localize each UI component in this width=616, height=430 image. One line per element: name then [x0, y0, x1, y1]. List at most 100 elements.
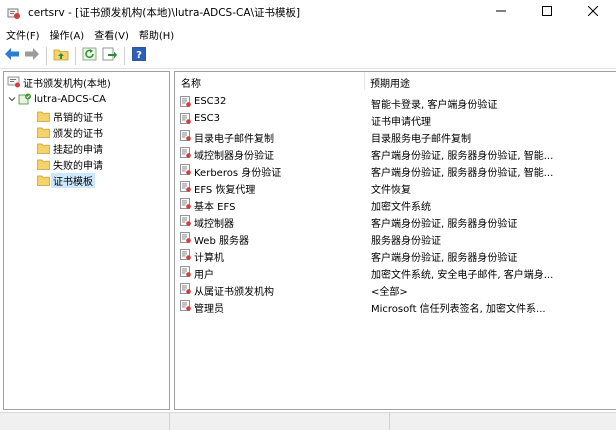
console-tree[interactable]: 证书颁发机构(本地) lutra-ADCS-CA 吊销的证书 颁发的证书 挂起的…	[3, 71, 170, 410]
template-name: EFS 恢复代理	[194, 185, 256, 196]
certificate-template-icon	[180, 198, 192, 213]
list-item[interactable]: ESC3 证书申请代理	[175, 111, 615, 128]
certificate-template-icon	[180, 130, 192, 145]
certificate-template-icon	[180, 266, 192, 281]
template-intended-purpose: 目录服务电子邮件复制	[371, 134, 471, 145]
template-name: Web 服务器	[194, 236, 249, 247]
help-icon: ?	[132, 47, 146, 64]
template-name: Kerberos 身份验证	[194, 168, 282, 179]
refresh-button[interactable]	[80, 46, 100, 66]
template-name: 目录电子邮件复制	[194, 134, 274, 145]
toolbar-separator	[124, 46, 125, 65]
template-intended-purpose: 证书申请代理	[371, 117, 431, 128]
status-cell	[0, 413, 170, 430]
minimize-icon	[496, 6, 506, 19]
template-intended-purpose: 智能卡登录, 客户端身份验证	[371, 100, 498, 111]
folder-icon	[37, 141, 51, 155]
certificate-template-icon	[180, 96, 192, 111]
list-item[interactable]: ESC32 智能卡登录, 客户端身份验证	[175, 94, 615, 111]
status-bar	[0, 412, 616, 430]
forward-icon	[24, 47, 40, 64]
list-item[interactable]: 计算机 客户端身份验证, 服务器身份验证	[175, 247, 615, 264]
menu-view[interactable]: 查看(V)	[88, 27, 133, 42]
template-name: 管理员	[194, 304, 224, 315]
back-icon	[4, 47, 20, 64]
template-intended-purpose: 加密文件系统	[371, 202, 431, 213]
list-item[interactable]: 用户 加密文件系统, 安全电子邮件, 客户端身...	[175, 264, 615, 281]
list-header: 名称 预期用途	[175, 72, 616, 90]
template-intended-purpose: <全部>	[371, 287, 408, 298]
list-item[interactable]: 域控制器 客户端身份验证, 服务器身份验证	[175, 213, 615, 230]
tree-item-pending[interactable]: 挂起的申请	[37, 140, 105, 156]
maximize-button[interactable]	[524, 0, 570, 25]
up-folder-button[interactable]	[51, 46, 71, 66]
tree-item-root[interactable]: 证书颁发机构(本地)	[7, 74, 113, 90]
tree-item-revoked[interactable]: 吊销的证书	[37, 108, 105, 124]
list-item[interactable]: 目录电子邮件复制 目录服务电子邮件复制	[175, 128, 615, 145]
certificate-template-icon	[180, 147, 192, 162]
folder-icon	[37, 109, 51, 123]
tree-item-failed[interactable]: 失败的申请	[37, 156, 105, 172]
certificate-template-icon	[180, 215, 192, 230]
certificate-authority-icon	[18, 92, 32, 106]
template-intended-purpose: 文件恢复	[371, 185, 411, 196]
tree-label: 证书模板	[51, 172, 95, 188]
help-button[interactable]: ?	[129, 46, 149, 66]
tree-item-issued[interactable]: 颁发的证书	[37, 124, 105, 140]
column-header-name[interactable]: 名称	[181, 75, 201, 90]
close-button[interactable]	[570, 0, 616, 25]
list-item[interactable]: EFS 恢复代理 文件恢复	[175, 179, 615, 196]
template-name: 基本 EFS	[194, 202, 236, 213]
template-intended-purpose: 服务器身份验证	[371, 236, 441, 247]
list-item[interactable]: 域控制器身份验证 客户端身份验证, 服务器身份验证, 智能...	[175, 145, 615, 162]
toolbar-separator	[46, 46, 47, 65]
close-icon	[587, 5, 599, 19]
certificate-template-icon	[180, 113, 192, 128]
forward-button[interactable]	[22, 46, 42, 66]
export-icon	[102, 47, 118, 64]
toolbar-separator	[75, 46, 76, 65]
title-bar: certsrv - [证书颁发机构(本地)\lutra-ADCS-CA\证书模板…	[0, 0, 616, 25]
tree-label-ca: lutra-ADCS-CA	[34, 93, 106, 105]
status-cell	[390, 413, 616, 430]
column-header-purpose[interactable]: 预期用途	[370, 75, 410, 90]
certificate-template-icon	[180, 283, 192, 298]
export-list-button[interactable]	[100, 46, 120, 66]
certificate-template-icon	[180, 249, 192, 264]
back-button[interactable]	[2, 46, 22, 66]
template-name: 从属证书颁发机构	[194, 287, 274, 298]
window-title: certsrv - [证书颁发机构(本地)\lutra-ADCS-CA\证书模板…	[28, 7, 301, 19]
tree-item-templates[interactable]: 证书模板	[37, 172, 95, 188]
folder-icon	[37, 125, 51, 139]
template-name: ESC3	[194, 113, 221, 124]
minimize-button[interactable]	[478, 0, 524, 25]
list-item[interactable]: Web 服务器 服务器身份验证	[175, 230, 615, 247]
svg-text:?: ?	[136, 50, 142, 61]
template-name: 用户	[194, 270, 214, 281]
chevron-down-icon[interactable]	[8, 95, 18, 103]
template-intended-purpose: 客户端身份验证, 服务器身份验证, 智能...	[371, 168, 554, 179]
template-intended-purpose: 客户端身份验证, 服务器身份验证, 智能...	[371, 151, 554, 162]
certificate-template-icon	[180, 181, 192, 196]
list-item[interactable]: 基本 EFS 加密文件系统	[175, 196, 615, 213]
list-item[interactable]: 管理员 Microsoft 信任列表签名, 加密文件系...	[175, 298, 615, 315]
template-list[interactable]: 名称 预期用途 ESC32 智能卡登录, 客户端身份验证 ESC3 证书申请代理 目录电…	[174, 71, 616, 410]
maximize-icon	[542, 6, 552, 19]
computer-icon	[7, 75, 21, 89]
certificate-template-icon	[180, 300, 192, 315]
certsrv-app-icon	[7, 6, 21, 20]
column-divider[interactable]	[364, 72, 365, 90]
status-cell	[170, 413, 390, 430]
list-item[interactable]: Kerberos 身份验证 客户端身份验证, 服务器身份验证, 智能...	[175, 162, 615, 179]
template-intended-purpose: Microsoft 信任列表签名, 加密文件系...	[371, 304, 546, 315]
tree-label: 失败的申请	[53, 160, 103, 172]
tree-label: 颁发的证书	[53, 128, 103, 140]
tree-item-ca[interactable]: lutra-ADCS-CA	[8, 91, 108, 107]
menu-bar: 文件(F) 操作(A) 查看(V) 帮助(H)	[0, 25, 616, 43]
menu-file[interactable]: 文件(F)	[0, 27, 44, 42]
menu-help[interactable]: 帮助(H)	[133, 27, 178, 42]
menu-action[interactable]: 操作(A)	[44, 27, 89, 42]
template-name: 计算机	[194, 253, 224, 264]
template-name: ESC32	[194, 96, 227, 107]
list-item[interactable]: 从属证书颁发机构 <全部>	[175, 281, 615, 298]
